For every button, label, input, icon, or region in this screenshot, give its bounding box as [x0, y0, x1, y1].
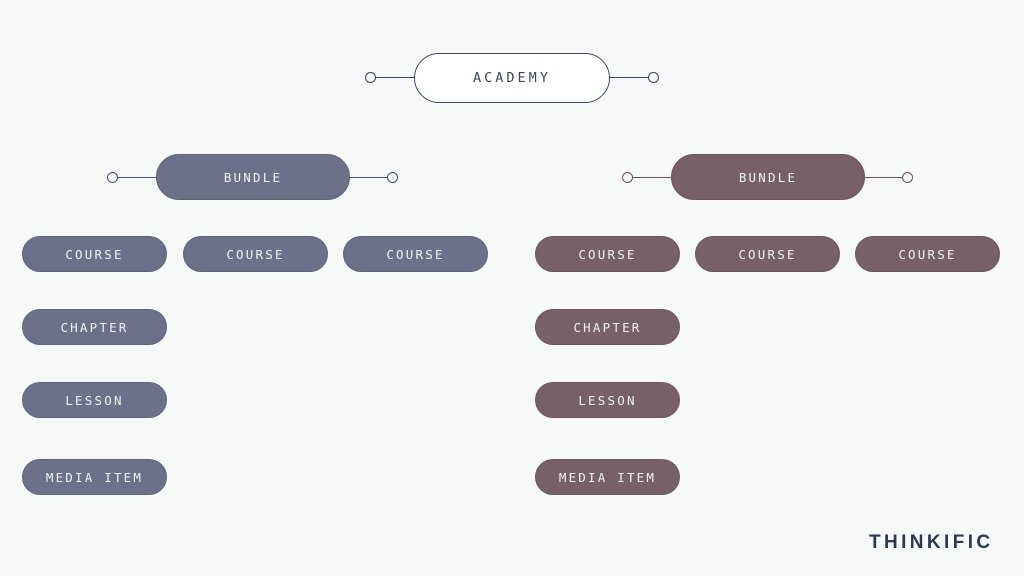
left-branch-chapter-node[interactable]: CHAPTER	[22, 309, 167, 345]
right-branch-course-node-2-label: COURSE	[738, 246, 797, 262]
root-connector-left-endpoint-dot	[365, 72, 376, 83]
right-branch-bundle-node-label: BUNDLE	[738, 169, 798, 185]
right-branch-connector-right-line	[863, 177, 907, 179]
left-branch-media-item-node[interactable]: MEDIA ITEM	[22, 459, 167, 495]
right-branch-media-item-node-label: MEDIA ITEM	[558, 469, 657, 485]
left-branch-connector-right-line	[348, 177, 392, 179]
left-branch-course-node-3[interactable]: COURSE	[343, 236, 488, 272]
left-branch-lesson-node[interactable]: LESSON	[22, 382, 167, 418]
right-branch-course-node-1-label: COURSE	[578, 246, 637, 262]
right-branch-connector-right-endpoint-dot	[902, 172, 913, 183]
right-branch-chapter-node-label: CHAPTER	[573, 319, 642, 335]
left-branch-lesson-node-label: LESSON	[65, 392, 124, 408]
left-branch-course-node-1[interactable]: COURSE	[22, 236, 167, 272]
right-branch-course-node-2[interactable]: COURSE	[695, 236, 840, 272]
thinkific-logo: THINKIFIC	[869, 532, 994, 553]
right-branch-chapter-node[interactable]: CHAPTER	[535, 309, 680, 345]
right-branch-lesson-node-label: LESSON	[578, 392, 637, 408]
left-branch-media-item-node-label: MEDIA ITEM	[45, 469, 144, 485]
right-branch-connector-left-endpoint-dot	[622, 172, 633, 183]
academy-node-label: ACADEMY	[473, 70, 551, 86]
right-branch-connector-left-line	[629, 177, 673, 179]
left-branch-course-node-2-label: COURSE	[226, 246, 285, 262]
right-branch-course-node-1[interactable]: COURSE	[535, 236, 680, 272]
left-branch-chapter-node-label: CHAPTER	[60, 319, 129, 335]
left-branch-bundle-node-label: BUNDLE	[223, 169, 283, 185]
root-connector-right-line	[608, 77, 653, 79]
root-connector-left-line	[371, 77, 416, 79]
right-branch-bundle-node[interactable]: BUNDLE	[671, 154, 865, 200]
root-connector-right-endpoint-dot	[648, 72, 659, 83]
left-branch-course-node-3-label: COURSE	[386, 246, 445, 262]
left-branch-connector-left-line	[114, 177, 158, 179]
left-branch-connector-left-endpoint-dot	[107, 172, 118, 183]
left-branch-connector-right-endpoint-dot	[387, 172, 398, 183]
left-branch-course-node-1-label: COURSE	[65, 246, 124, 262]
left-branch-bundle-node[interactable]: BUNDLE	[156, 154, 350, 200]
right-branch-course-node-3-label: COURSE	[898, 246, 957, 262]
left-branch-course-node-2[interactable]: COURSE	[183, 236, 328, 272]
right-branch-lesson-node[interactable]: LESSON	[535, 382, 680, 418]
diagram-canvas: ACADEMY BUNDLE COURSE COURSE COURSE CHAPTER L…	[0, 0, 1024, 576]
right-branch-media-item-node[interactable]: MEDIA ITEM	[535, 459, 680, 495]
academy-node[interactable]: ACADEMY	[414, 53, 610, 103]
right-branch-course-node-3[interactable]: COURSE	[855, 236, 1000, 272]
